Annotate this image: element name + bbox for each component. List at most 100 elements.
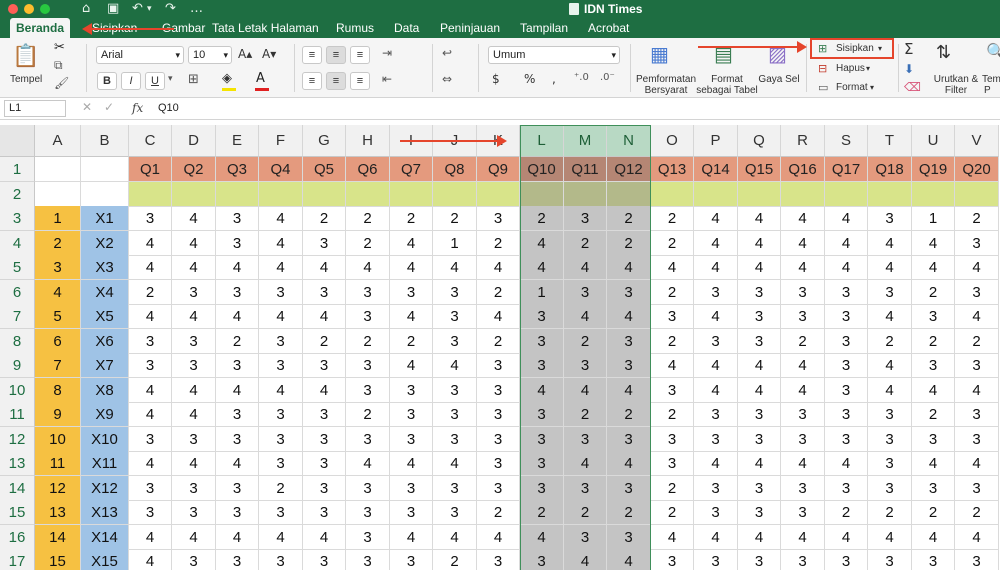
formula-input[interactable]: Q10 xyxy=(158,102,179,114)
cell[interactable]: 3 xyxy=(912,304,955,329)
cell[interactable]: X8 xyxy=(81,377,129,403)
cell[interactable]: 2 xyxy=(651,230,694,256)
cell[interactable]: Q10 xyxy=(520,157,564,182)
format-as-table-label-2[interactable]: sebagai Tabel xyxy=(696,85,758,96)
column-header-f[interactable]: F xyxy=(259,125,303,157)
cell[interactable]: 4 xyxy=(868,230,912,256)
cell[interactable]: 3 xyxy=(129,475,172,501)
cell[interactable]: 4 xyxy=(390,255,433,280)
undo-dropdown-icon[interactable]: ▾ xyxy=(147,1,152,17)
cell[interactable] xyxy=(346,181,390,207)
cell[interactable]: 3 xyxy=(216,206,259,231)
cell[interactable]: 4 xyxy=(172,206,216,231)
undo-icon[interactable]: ↶ xyxy=(132,1,143,17)
cell[interactable]: X11 xyxy=(81,451,129,476)
cell[interactable]: 4 xyxy=(651,524,694,550)
cell[interactable]: 4 xyxy=(477,304,520,329)
cell[interactable]: 4 xyxy=(216,377,259,403)
cell[interactable]: 3 xyxy=(868,451,912,476)
cell[interactable]: 4 xyxy=(781,451,825,476)
row-header-1[interactable]: 1 xyxy=(0,157,35,182)
format-painter-icon[interactable]: 🖌 xyxy=(54,76,69,90)
cell[interactable] xyxy=(129,181,172,207)
cell[interactable]: 3 xyxy=(129,426,172,452)
cell[interactable]: 3 xyxy=(564,426,607,452)
decrease-decimal-icon[interactable]: .0⁻ xyxy=(600,72,615,83)
cell[interactable]: 3 xyxy=(172,475,216,501)
cell[interactable]: 3 xyxy=(825,377,868,403)
increase-decimal-icon[interactable]: ⁺.0 xyxy=(574,72,589,83)
cell[interactable]: 4 xyxy=(607,304,651,329)
row-header-2[interactable]: 2 xyxy=(0,181,35,207)
cell[interactable]: 9 xyxy=(35,402,81,427)
cell[interactable] xyxy=(694,181,738,207)
cell[interactable]: 3 xyxy=(868,402,912,427)
cell[interactable]: 3 xyxy=(346,549,390,570)
cell[interactable]: 3 xyxy=(651,451,694,476)
cell[interactable]: 4 xyxy=(912,524,955,550)
cell[interactable]: 4 xyxy=(868,353,912,378)
cell[interactable]: 3 xyxy=(520,304,564,329)
cell[interactable]: 3 xyxy=(216,426,259,452)
cell[interactable]: 4 xyxy=(564,549,607,570)
cell[interactable]: 3 xyxy=(129,206,172,231)
column-header-u[interactable]: U xyxy=(912,125,955,157)
cell[interactable]: 1 xyxy=(912,206,955,231)
cell[interactable]: 4 xyxy=(912,230,955,256)
cell[interactable] xyxy=(868,181,912,207)
cell[interactable]: 3 xyxy=(303,549,346,570)
fill-icon[interactable]: ⬇ xyxy=(904,62,914,76)
more-icon[interactable]: … xyxy=(190,1,203,17)
cell[interactable]: 3 xyxy=(825,475,868,501)
copy-icon[interactable]: ⧉ xyxy=(54,58,63,73)
cell[interactable]: 4 xyxy=(216,451,259,476)
cell[interactable]: 3 xyxy=(694,549,738,570)
cell[interactable]: 4 xyxy=(651,255,694,280)
font-color-icon[interactable]: A xyxy=(256,71,265,86)
column-header-t[interactable]: T xyxy=(868,125,912,157)
cell[interactable] xyxy=(651,181,694,207)
cell[interactable] xyxy=(955,181,999,207)
cell[interactable]: 3 xyxy=(781,402,825,427)
cell[interactable]: X1 xyxy=(81,206,129,231)
cell[interactable]: 3 xyxy=(912,353,955,378)
outdent-icon[interactable]: ⇤ xyxy=(382,72,392,86)
increase-font-icon[interactable]: A▴ xyxy=(238,47,252,61)
currency-format-icon[interactable]: $ xyxy=(492,72,500,86)
align-middle-button[interactable]: ≡ xyxy=(326,46,346,64)
cell[interactable]: 3 xyxy=(303,500,346,525)
cell[interactable]: 2 xyxy=(868,328,912,354)
cell[interactable]: 4 xyxy=(259,255,303,280)
cell[interactable]: 4 xyxy=(172,230,216,256)
cell[interactable]: 4 xyxy=(694,230,738,256)
cell[interactable]: 3 xyxy=(346,524,390,550)
cell[interactable]: 3 xyxy=(738,475,781,501)
cell[interactable]: 4 xyxy=(912,255,955,280)
cell[interactable]: 2 xyxy=(303,206,346,231)
cell[interactable]: 3 xyxy=(259,402,303,427)
cell[interactable]: 4 xyxy=(781,377,825,403)
cell[interactable]: 3 xyxy=(477,549,520,570)
cell[interactable] xyxy=(477,181,520,207)
cell[interactable]: 3 xyxy=(259,500,303,525)
paste-icon[interactable]: 📋 xyxy=(12,44,39,69)
cell[interactable]: 4 xyxy=(129,524,172,550)
cell[interactable] xyxy=(390,181,433,207)
cell[interactable]: 4 xyxy=(303,255,346,280)
cell[interactable]: 3 xyxy=(868,279,912,305)
cell[interactable]: Q9 xyxy=(477,157,520,182)
cell[interactable]: X13 xyxy=(81,500,129,525)
cell[interactable]: 2 xyxy=(912,328,955,354)
cell[interactable]: 3 xyxy=(912,475,955,501)
cell[interactable]: 3 xyxy=(477,377,520,403)
cell[interactable]: 4 xyxy=(390,451,433,476)
cell[interactable]: 15 xyxy=(35,549,81,570)
cell[interactable]: 3 xyxy=(738,279,781,305)
cell[interactable]: 3 xyxy=(216,475,259,501)
format-cells-button[interactable]: Format xyxy=(836,82,868,94)
cell[interactable]: 4 xyxy=(607,377,651,403)
cell[interactable]: 3 xyxy=(955,353,999,378)
cell[interactable]: 3 xyxy=(868,426,912,452)
cell[interactable]: Q19 xyxy=(912,157,955,182)
cell[interactable] xyxy=(35,181,81,207)
